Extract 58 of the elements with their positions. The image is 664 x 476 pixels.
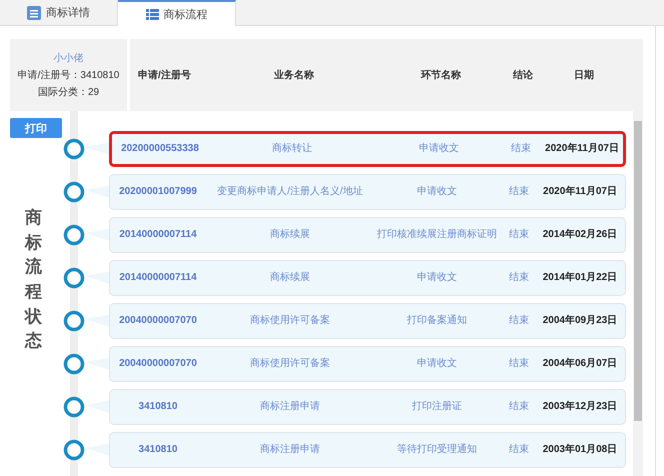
record-card[interactable]: 20140000007114 商标续展 申请收文 结束 2014年01月22日	[109, 260, 626, 296]
table-cell-text: 2003年01月08日	[542, 442, 618, 456]
table-cell-text: 20200000553338	[120, 142, 200, 156]
table-cell-text: 3410810	[138, 400, 178, 414]
table-cell-text: 商标使用许可备案	[249, 314, 331, 328]
column-header: 申请/注册号	[137, 68, 192, 82]
table-cell-text: 结束	[508, 442, 530, 456]
table-cell-text: 2014年02月26日	[542, 228, 618, 242]
table-cell-text: 结束	[510, 142, 532, 156]
table-cell-text: 结束	[508, 184, 530, 198]
table-cell-text: 商标续展	[269, 228, 311, 242]
class-label: 国际分类：29	[38, 86, 100, 99]
record-card[interactable]: 20040000007070 商标使用许可备案 申请收文 结束 2004年06月07日	[109, 346, 626, 382]
table-cell-text: 20200001007999	[118, 184, 198, 198]
table-cell-text: 商标注册申请	[259, 442, 321, 456]
table-cell-text: 等待打印受理通知	[396, 442, 478, 456]
owner-name: 小小佬	[54, 52, 84, 65]
table-cell-text: 20140000007114	[118, 228, 198, 242]
table-cell-text: 打印核准续展注册商标证明	[376, 228, 498, 242]
table-cell-text: 2020年11月07日	[544, 142, 620, 156]
table-cell-text: 商标续展	[269, 270, 311, 284]
table-cell-text: 2004年09月23日	[542, 314, 618, 328]
table-cell-text: 商标转让	[271, 142, 313, 156]
table-cell-text: 结束	[508, 314, 530, 328]
table-cell-text: 申请收文	[416, 356, 458, 370]
column-header: 日期	[573, 68, 595, 82]
table-cell-text: 申请收文	[416, 184, 458, 198]
table-cell-text: 打印备案通知	[406, 314, 468, 328]
table-cell-text: 结束	[508, 356, 530, 370]
record-card[interactable]: 20200000553338 商标转让 申请收文 结束 2020年11月07日	[109, 130, 626, 166]
table-cell-text: 变更商标申请人/注册人名义/地址	[216, 184, 364, 198]
table-cell-text: 申请收文	[416, 270, 458, 284]
table-cell-text: 3410810	[138, 442, 178, 456]
table-cell-text: 2004年06月07日	[542, 356, 618, 370]
record-card[interactable]: 20200001007999 变更商标申请人/注册人名义/地址 申请收文 结束 2020年11月07日	[109, 174, 626, 210]
record-card[interactable]: 3410810 商标注册申请 等待打印受理通知 结束 2003年01月08日	[109, 432, 626, 468]
record-card[interactable]: 3410810 商标注册申请 打印注册证 结束 2003年12月23日	[109, 388, 626, 424]
table-cell-text: 申请收文	[418, 142, 460, 156]
table-cell-text: 2020年11月07日	[542, 184, 618, 198]
table-cell-text: 结束	[508, 400, 530, 414]
record-card[interactable]: 20040000007070 商标使用许可备案 打印备案通知 结束 2004年09月23日	[109, 302, 626, 338]
tab[interactable]: 商标流程	[118, 0, 236, 26]
table-cell-text: 20140000007114	[118, 270, 198, 284]
table-cell-text: 2003年12月23日	[542, 400, 618, 414]
column-header: 结论	[512, 68, 534, 82]
record-card[interactable]: 20140000007114 商标续展 打印核准续展注册商标证明 结束 2014年02月26日	[109, 216, 626, 252]
table-cell-text: 结束	[508, 270, 530, 284]
registration-number: 申请/注册号：3410810	[18, 68, 120, 82]
table-cell-text: 商标使用许可备案	[249, 356, 331, 370]
table-cell-text: 结束	[508, 228, 530, 242]
side-title: 商标流程状态	[25, 207, 42, 352]
table-cell-text: 打印注册证	[411, 400, 463, 414]
table-cell-text: 20040000007070	[118, 314, 198, 328]
column-header: 环节名称	[420, 68, 462, 82]
table-cell-text: 商标注册申请	[259, 400, 321, 414]
table-cell-text: 2014年01月22日	[542, 270, 618, 284]
column-header: 业务名称	[273, 68, 315, 82]
table-cell-text: 20040000007070	[118, 356, 198, 370]
